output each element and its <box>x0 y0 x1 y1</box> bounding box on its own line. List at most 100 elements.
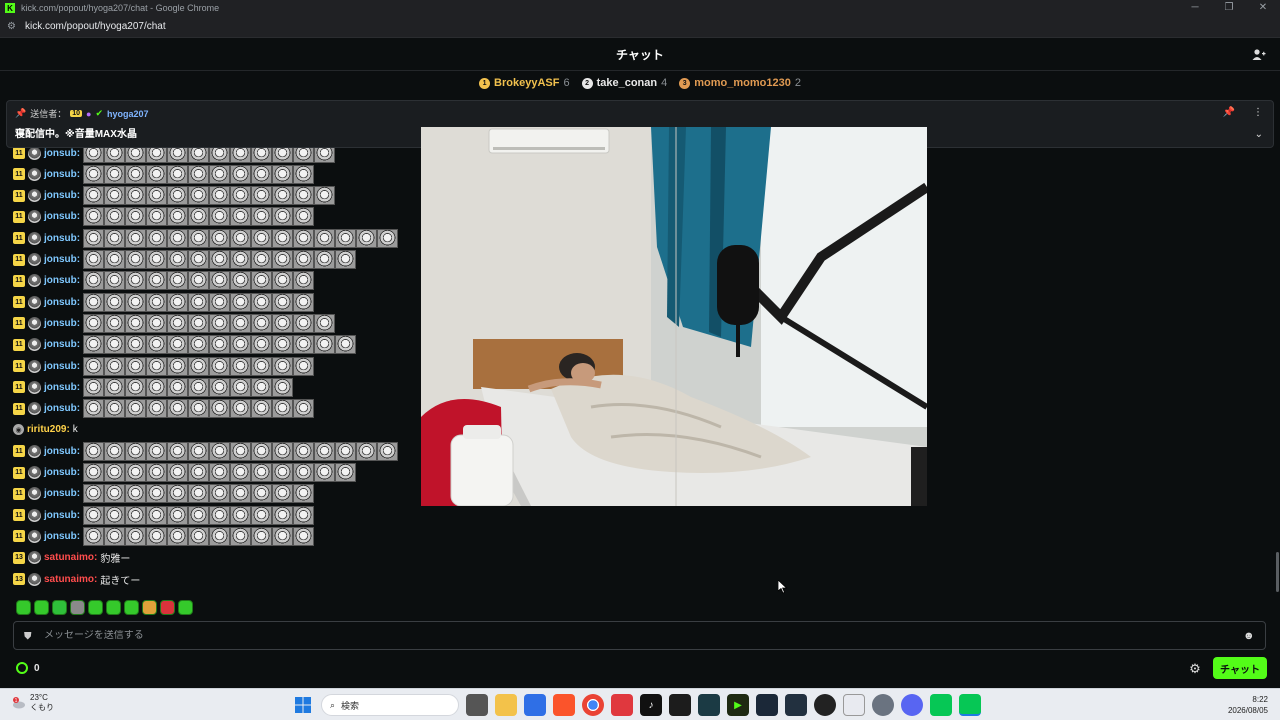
face-emote-icon[interactable] <box>272 463 294 482</box>
chat-message[interactable]: 11 jonsub: <box>13 313 336 333</box>
quick-emote-icon[interactable] <box>88 600 103 615</box>
face-emote-icon[interactable] <box>293 228 315 248</box>
face-emote-icon[interactable] <box>146 250 168 269</box>
face-emote-icon[interactable] <box>314 313 336 333</box>
face-emote-icon[interactable] <box>83 313 105 333</box>
face-emote-icon[interactable] <box>230 377 252 397</box>
face-emote-icon[interactable] <box>209 292 231 312</box>
system-clock[interactable]: 8:22 2026/08/05 <box>1228 694 1268 716</box>
face-emote-icon[interactable] <box>272 377 294 397</box>
face-emote-icon[interactable] <box>272 335 294 355</box>
face-emote-icon[interactable] <box>251 271 273 291</box>
face-emote-icon[interactable] <box>125 377 147 397</box>
face-emote-icon[interactable] <box>125 271 147 291</box>
face-emote-icon[interactable] <box>209 250 231 269</box>
app-icon-navy[interactable] <box>785 694 807 716</box>
face-emote-icon[interactable] <box>125 399 147 419</box>
face-emote-icon[interactable] <box>83 377 105 397</box>
face-emote-icon[interactable] <box>167 148 189 163</box>
face-emote-icon[interactable] <box>293 271 315 291</box>
face-emote-icon[interactable] <box>230 463 252 482</box>
chat-message[interactable]: 13 satunaimo: 豹雅ー <box>13 548 130 568</box>
face-emote-icon[interactable] <box>251 228 273 248</box>
face-emote-icon[interactable] <box>272 313 294 333</box>
face-emote-icon[interactable] <box>167 484 189 504</box>
face-emote-icon[interactable] <box>293 292 315 312</box>
face-emote-icon[interactable] <box>188 250 210 269</box>
face-emote-icon[interactable] <box>272 484 294 504</box>
chat-message[interactable]: 11 jonsub: <box>13 228 399 248</box>
face-emote-icon[interactable] <box>188 484 210 504</box>
chat-username[interactable]: jonsub: <box>44 275 80 286</box>
face-emote-icon[interactable] <box>230 484 252 504</box>
chat-message[interactable]: 11 jonsub: <box>13 271 315 291</box>
app-icon-green[interactable]: ▶ <box>727 694 749 716</box>
face-emote-icon[interactable] <box>104 377 126 397</box>
face-emote-icon[interactable] <box>167 186 189 206</box>
face-emote-icon[interactable] <box>209 399 231 419</box>
url-text[interactable]: kick.com/popout/hyoga207/chat <box>25 21 166 32</box>
chat-username[interactable]: satunaimo: <box>44 574 97 585</box>
face-emote-icon[interactable] <box>272 164 294 184</box>
quick-emote-icon[interactable] <box>142 600 157 615</box>
face-emote-icon[interactable] <box>146 186 168 206</box>
face-emote-icon[interactable] <box>167 292 189 312</box>
face-emote-icon[interactable] <box>314 463 336 482</box>
face-emote-icon[interactable] <box>83 399 105 419</box>
chat-username[interactable]: jonsub: <box>44 211 80 222</box>
quick-emote-icon[interactable] <box>178 600 193 615</box>
taskbar-search[interactable]: ⌕ 検索 <box>321 694 459 716</box>
face-emote-icon[interactable] <box>125 250 147 269</box>
line-icon[interactable] <box>930 694 952 716</box>
chat-username[interactable]: jonsub: <box>44 339 80 350</box>
face-emote-icon[interactable] <box>104 441 126 461</box>
face-emote-icon[interactable] <box>188 377 210 397</box>
app-icon-red[interactable] <box>611 694 633 716</box>
face-emote-icon[interactable] <box>146 228 168 248</box>
face-emote-icon[interactable] <box>209 526 231 546</box>
face-emote-icon[interactable] <box>251 335 273 355</box>
face-emote-icon[interactable] <box>83 356 105 376</box>
face-emote-icon[interactable] <box>83 148 105 163</box>
face-emote-icon[interactable] <box>314 441 336 461</box>
face-emote-icon[interactable] <box>314 250 336 269</box>
face-emote-icon[interactable] <box>293 313 315 333</box>
face-emote-icon[interactable] <box>314 335 336 355</box>
more-options-icon[interactable]: ⋮ <box>1253 107 1263 118</box>
chat-message[interactable]: 11 jonsub: <box>13 441 399 461</box>
face-emote-icon[interactable] <box>293 484 315 504</box>
chat-username[interactable]: jonsub: <box>44 361 80 372</box>
face-emote-icon[interactable] <box>314 228 336 248</box>
chat-username[interactable]: jonsub: <box>44 148 80 159</box>
face-emote-icon[interactable] <box>125 441 147 461</box>
face-emote-icon[interactable] <box>230 250 252 269</box>
face-emote-icon[interactable] <box>188 271 210 291</box>
face-emote-icon[interactable] <box>167 228 189 248</box>
quick-emote-icon[interactable] <box>52 600 67 615</box>
chat-username[interactable]: jonsub: <box>44 254 80 265</box>
minimize-button[interactable]: ─ <box>1178 0 1212 16</box>
face-emote-icon[interactable] <box>272 186 294 206</box>
face-emote-icon[interactable] <box>230 186 252 206</box>
face-emote-icon[interactable] <box>146 526 168 546</box>
face-emote-icon[interactable] <box>272 207 294 227</box>
app-icon-window[interactable] <box>843 694 865 716</box>
face-emote-icon[interactable] <box>104 526 126 546</box>
channel-points[interactable]: 0 <box>16 662 40 674</box>
face-emote-icon[interactable] <box>146 356 168 376</box>
app-icon-dark[interactable] <box>669 694 691 716</box>
face-emote-icon[interactable] <box>83 186 105 206</box>
chat-message[interactable]: ◉ riritu209: k <box>13 420 78 440</box>
face-emote-icon[interactable] <box>125 356 147 376</box>
face-emote-icon[interactable] <box>335 335 357 355</box>
face-emote-icon[interactable] <box>125 228 147 248</box>
face-emote-icon[interactable] <box>293 148 315 163</box>
face-emote-icon[interactable] <box>125 164 147 184</box>
face-emote-icon[interactable] <box>314 148 336 163</box>
chat-username[interactable]: jonsub: <box>44 488 80 499</box>
chat-message[interactable]: 11 jonsub: <box>13 292 315 312</box>
face-emote-icon[interactable] <box>293 207 315 227</box>
face-emote-icon[interactable] <box>272 271 294 291</box>
face-emote-icon[interactable] <box>293 463 315 482</box>
weather-widget[interactable]: 1 23°C くもり <box>12 693 54 713</box>
